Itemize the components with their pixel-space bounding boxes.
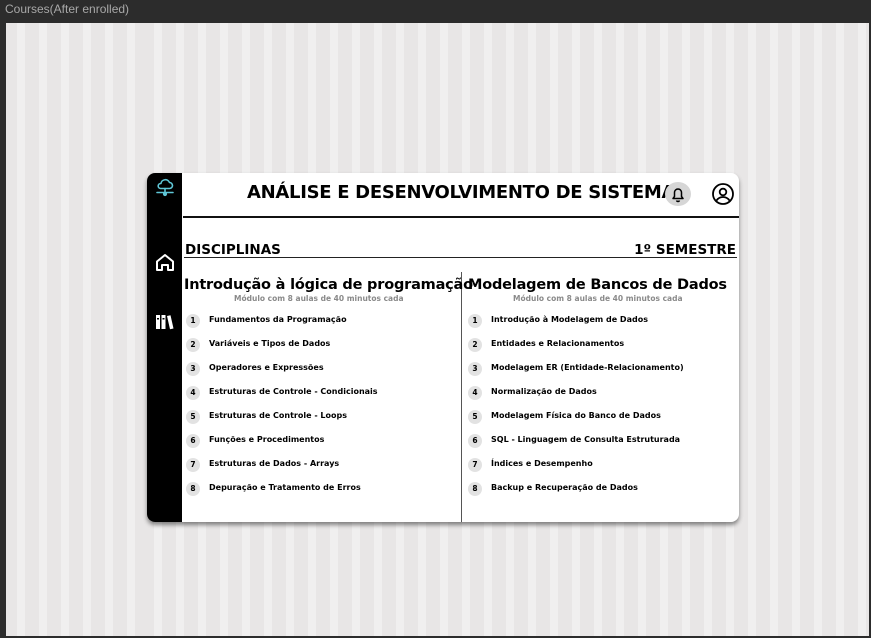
lesson-label: Normalização de Dados (491, 387, 597, 396)
lesson-number: 2 (468, 338, 482, 352)
course-title[interactable]: Introdução à lógica de programação (184, 277, 473, 293)
lesson-label: SQL - Linguagem de Consulta Estruturada (491, 435, 681, 444)
canvas: ANÁLISE E DESENVOLVIMENTO DE SISTEMAS DI… (6, 23, 869, 636)
lesson-number: 8 (186, 482, 200, 496)
lesson-label: Backup e Recuperação de Dados (491, 483, 638, 492)
lesson-number: 7 (186, 458, 200, 472)
lesson-number: 3 (468, 362, 482, 376)
home-icon[interactable] (154, 251, 176, 273)
lesson-label: Funções e Procedimentos (209, 435, 325, 444)
page-title: ANÁLISE E DESENVOLVIMENTO DE SISTEMAS (247, 182, 688, 203)
sidebar (147, 173, 182, 522)
library-icon[interactable] (154, 311, 176, 333)
column-divider (461, 272, 462, 522)
lesson-number: 1 (468, 314, 482, 328)
top-header: ANÁLISE E DESENVOLVIMENTO DE SISTEMAS (183, 175, 739, 218)
course-subtitle: Módulo com 8 aulas de 40 minutos cada (234, 294, 404, 303)
lesson-number: 7 (468, 458, 482, 472)
lesson-label: Introdução à Modelagem de Dados (491, 315, 648, 324)
lesson-label: Estruturas de Controle - Loops (209, 411, 348, 420)
user-circle-icon[interactable] (710, 182, 736, 206)
cloud-network-icon[interactable] (154, 177, 176, 199)
lesson-number: 4 (186, 386, 200, 400)
frame-label: Courses(After enrolled) (5, 2, 130, 16)
lesson-label: Fundamentos da Programação (209, 315, 347, 324)
course-header[interactable]: Modelagem de Bancos de Dados Módulo com … (468, 277, 727, 303)
semester-label: 1º SEMESTRE (634, 242, 736, 258)
lesson-number: 6 (186, 434, 200, 448)
section-title: DISCIPLINAS (185, 242, 281, 258)
section-divider (184, 257, 737, 258)
lesson-label: Modelagem ER (Entidade-Relacionamento) (491, 363, 684, 372)
lesson-label: Entidades e Relacionamentos (491, 339, 625, 348)
bell-icon[interactable] (665, 182, 691, 206)
lesson-label: Estruturas de Controle - Condicionais (209, 387, 378, 396)
lesson-number: 4 (468, 386, 482, 400)
lesson-number: 8 (468, 482, 482, 496)
lesson-label: Depuração e Tratamento de Erros (209, 483, 361, 492)
course-header[interactable]: Introdução à lógica de programação Módul… (184, 277, 473, 303)
course-subtitle: Módulo com 8 aulas de 40 minutos cada (513, 294, 683, 303)
lesson-number: 6 (468, 434, 482, 448)
lesson-label: Índices e Desempenho (491, 459, 593, 468)
lesson-label: Modelagem Física do Banco de Dados (491, 411, 661, 420)
lesson-label: Operadores e Expressões (209, 363, 324, 372)
lesson-number: 5 (186, 410, 200, 424)
app-card: ANÁLISE E DESENVOLVIMENTO DE SISTEMAS DI… (147, 173, 739, 522)
lesson-label: Variáveis e Tipos de Dados (209, 339, 331, 348)
lesson-number: 1 (186, 314, 200, 328)
lesson-number: 5 (468, 410, 482, 424)
lesson-label: Estruturas de Dados - Arrays (209, 459, 340, 468)
course-title[interactable]: Modelagem de Bancos de Dados (468, 277, 727, 293)
lesson-number: 2 (186, 338, 200, 352)
lesson-number: 3 (186, 362, 200, 376)
